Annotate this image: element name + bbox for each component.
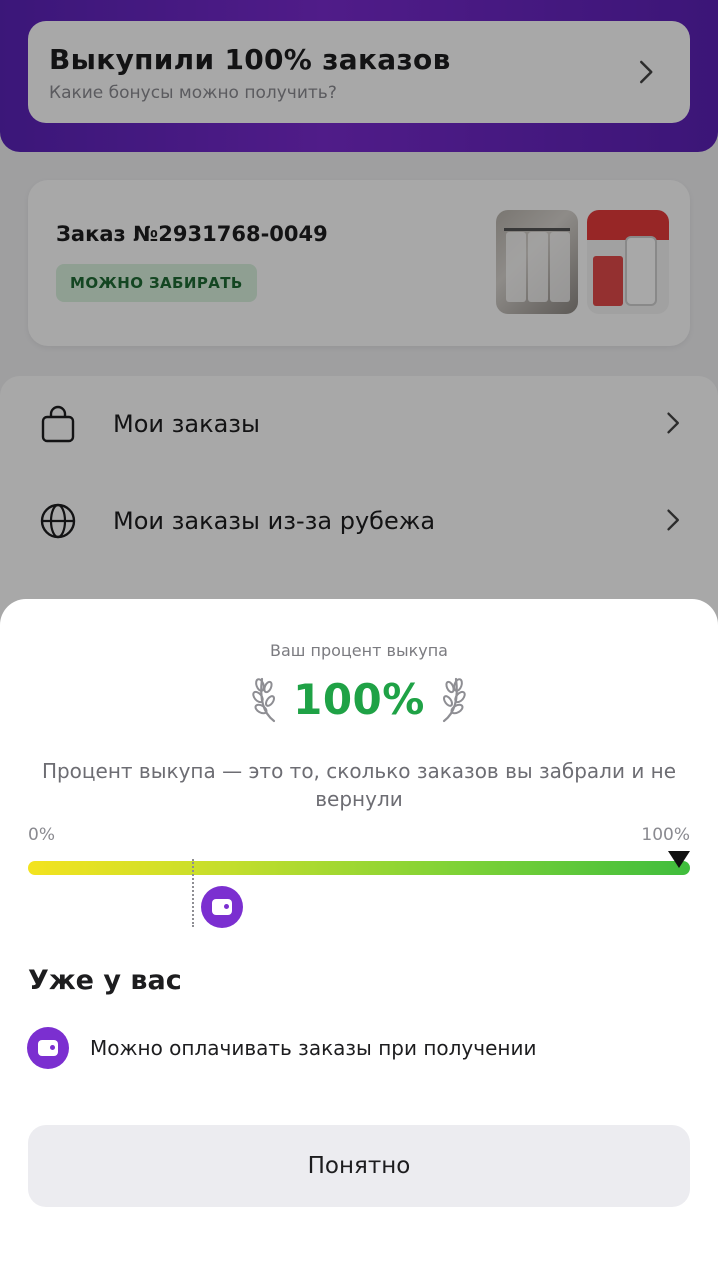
buyout-description: Процент выкупа — это то, сколько заказов…: [41, 759, 677, 811]
wallet-icon: [27, 1027, 69, 1069]
scale-min-label: 0%: [28, 825, 55, 845]
section-title: Уже у вас: [28, 965, 182, 996]
benefit-text: Можно оплачивать заказы при получении: [90, 1036, 537, 1060]
buyout-percent-row: 100%: [0, 673, 718, 729]
wallet-icon: [201, 886, 243, 928]
buyout-caption: Ваш процент выкупа: [270, 641, 448, 660]
scale-max-label: 100%: [641, 825, 690, 845]
laurel-right-icon: [442, 677, 466, 723]
laurel-left-icon: [252, 677, 276, 723]
buyout-progress-track: [28, 861, 690, 875]
current-value-marker: [668, 851, 690, 868]
buyout-bottom-sheet: Ваш процент выкупа 100% Процент выкупа —…: [0, 599, 718, 1280]
buyout-percent-value: 100%: [293, 674, 425, 724]
threshold-line: [192, 859, 194, 927]
ok-button[interactable]: Понятно: [28, 1125, 690, 1207]
